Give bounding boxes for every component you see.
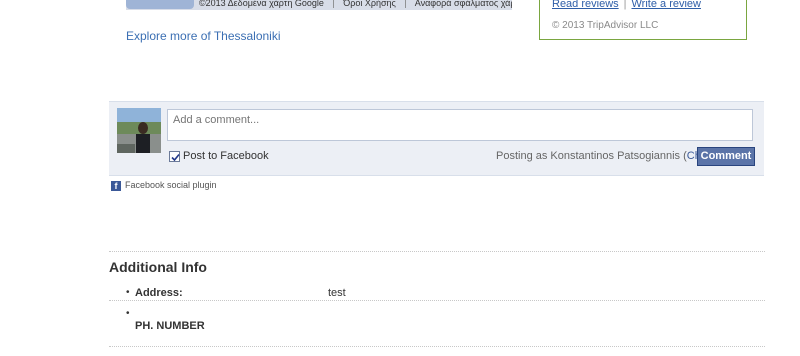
additional-info-title: Additional Info (109, 259, 207, 275)
divider (109, 300, 765, 301)
map-copyright: ©2013 Δεδομένα χάρτη Google (199, 0, 324, 8)
tripadvisor-box: Read reviews | Write a review © 2013 TripA… (539, 0, 747, 40)
comment-button[interactable]: Comment (697, 147, 755, 166)
address-label: Address: (135, 287, 183, 299)
checkmark-icon (171, 153, 180, 162)
map-terms-link[interactable]: Όροι Χρήσης (343, 0, 396, 8)
social-plugin-label: Facebook social plugin (125, 180, 217, 190)
facebook-social-plugin[interactable]: f Facebook social plugin (111, 180, 217, 191)
write-review-link[interactable]: Write a review (632, 0, 701, 10)
divider (109, 251, 765, 252)
map-attribution: ©2013 Δεδομένα χάρτη Google | Όροι Χρήση… (199, 0, 512, 8)
tripadvisor-copyright: © 2013 TripAdvisor LLC (552, 20, 659, 31)
link-divider: | (623, 0, 627, 10)
facebook-comment-panel: Post to Facebook Posting as Konstantinos… (109, 101, 764, 176)
avatar (117, 108, 161, 153)
map-attribution-strip: ©2013 Δεδομένα χάρτη Google | Όροι Χρήση… (126, 0, 512, 10)
address-value: test (328, 287, 346, 299)
facebook-icon: f (111, 181, 121, 191)
google-logo[interactable] (126, 0, 194, 9)
post-to-facebook-label[interactable]: Post to Facebook (183, 150, 269, 162)
phone-label: PH. NUMBER (135, 320, 205, 332)
divider (109, 346, 765, 347)
explore-more-link[interactable]: Explore more of Thessaloniki (126, 29, 281, 43)
tripadvisor-links: Read reviews | Write a review (552, 0, 701, 10)
posting-as-text: Posting as Konstantinos Patsogiannis (Ch… (496, 150, 729, 162)
bullet: • (126, 308, 130, 319)
bullet: • (126, 287, 130, 298)
read-reviews-link[interactable]: Read reviews (552, 0, 619, 10)
map-report-link[interactable]: Αναφορά σφάλματος χάρτη (415, 0, 512, 8)
comment-input[interactable] (167, 109, 753, 141)
post-to-facebook-checkbox[interactable] (169, 151, 180, 162)
posting-as-prefix: Posting as Konstantinos Patsogiannis ( (496, 150, 687, 162)
